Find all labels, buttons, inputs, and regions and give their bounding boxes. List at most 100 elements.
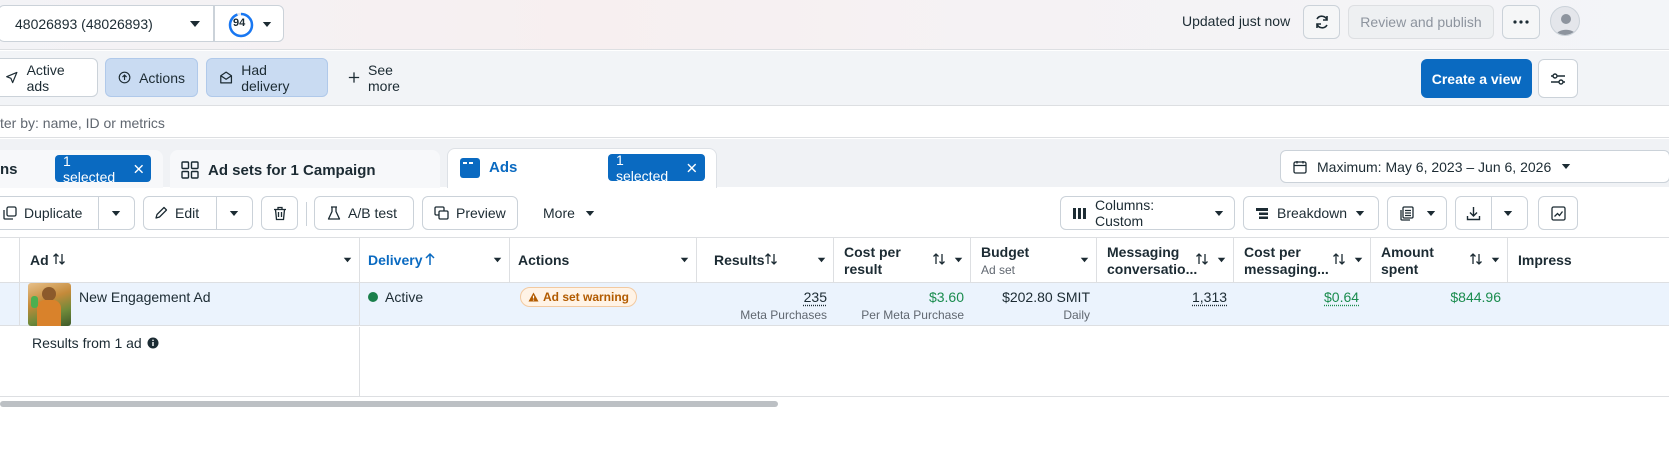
column-header-actions[interactable]: Actions [510,238,697,283]
info-icon[interactable] [147,337,159,349]
table-row[interactable]: New Engagement Ad Active Ad set warning … [0,283,1669,326]
search-filter-field[interactable]: ter by: name, ID or metrics [0,107,1669,138]
column-header-amount-spent[interactable]: Amount spent [1371,238,1508,283]
messaging-value[interactable]: 1,313 [1192,289,1227,305]
horizontal-scrollbar[interactable] [0,401,778,407]
column-header-cost-per-messaging[interactable]: Cost per messaging... [1234,238,1371,283]
sort-icon[interactable] [1332,252,1346,266]
plus-icon [348,72,360,83]
envelope-open-icon [220,71,233,84]
chevron-down-icon[interactable] [493,257,502,263]
chevron-down-icon[interactable] [343,257,352,263]
column-header-label: Results [714,252,765,268]
edit-button[interactable]: Edit [144,197,216,229]
row-checkbox-cell[interactable] [0,283,20,326]
pencil-icon [155,206,168,219]
chevron-down-icon[interactable] [817,257,826,263]
refresh-button[interactable] [1303,5,1340,39]
chart-icon [1550,205,1566,221]
opportunity-score[interactable]: 94 [214,5,284,42]
chevron-down-icon[interactable] [954,257,963,263]
user-avatar-icon [1556,14,1576,35]
column-header-impressions[interactable]: Impress [1508,238,1669,283]
campaigns-selected-pill[interactable]: 1 selected [55,153,151,185]
preview-button[interactable]: Preview [422,196,518,230]
ellipsis-icon [1513,20,1529,24]
date-range-picker[interactable]: Maximum: May 6, 2023 – Jun 6, 2026 [1280,150,1669,183]
charts-button[interactable] [1538,196,1578,230]
column-header-ad[interactable]: Ad [20,238,360,283]
filter-chip-had-delivery[interactable]: Had delivery [206,58,328,97]
filter-chip-actions[interactable]: Actions [105,58,198,97]
duplicate-dropdown[interactable] [99,197,133,229]
more-options-button[interactable] [1502,5,1540,39]
filter-chip-active-ads[interactable]: Active ads [0,58,98,97]
ad-name-cell[interactable]: New Engagement Ad [20,283,360,326]
avatar[interactable] [1550,6,1580,36]
ad-set-warning-badge[interactable]: Ad set warning [520,287,638,307]
delete-button[interactable] [261,196,298,230]
more-menu-button[interactable]: More [543,205,595,221]
level-tabs: ns 1 selected Ad sets for 1 Campaign Ads… [0,139,1669,188]
chevron-down-icon[interactable] [1354,257,1363,263]
send-icon [6,71,18,84]
amount-spent-value: $844.96 [1450,289,1501,305]
account-selector[interactable]: 48026893 (48026893) [0,5,214,42]
column-header-budget[interactable]: Budget Ad set [971,238,1097,283]
tab-ads[interactable]: Ads 1 selected [447,148,717,188]
sort-icon[interactable] [1469,252,1483,266]
tab-ad-sets[interactable]: Ad sets for 1 Campaign [170,150,440,188]
breakdown-button[interactable]: Breakdown [1243,196,1379,230]
cost-per-messaging-value[interactable]: $0.64 [1324,289,1359,305]
filter-chip-label: Actions [139,69,185,86]
export-dropdown[interactable] [1492,197,1524,229]
sort-icon[interactable] [52,252,66,266]
reports-button[interactable] [1387,196,1447,230]
sort-icon[interactable] [932,252,946,266]
budget-cell: $202.80 SMIT Daily [971,283,1097,326]
date-range-label: Maximum: May 6, 2023 – Jun 6, 2026 [1317,158,1552,175]
chevron-down-icon [1562,164,1571,169]
view-settings-button[interactable] [1538,59,1578,98]
column-header-label: Cost per messaging... [1244,244,1329,277]
tab-campaigns[interactable]: ns 1 selected [0,150,163,188]
close-icon[interactable] [687,163,697,173]
filter-chip-label: Active ads [26,61,65,94]
score-value: 94 [233,17,246,29]
results-value[interactable]: 235 [804,289,827,305]
chevron-down-icon[interactable] [1217,257,1226,263]
duplicate-button-group: Duplicate [0,196,135,230]
chevron-down-icon [585,210,595,216]
review-publish-button[interactable]: Review and publish [1348,5,1494,39]
ab-test-button[interactable]: A/B test [314,196,414,230]
sort-icon[interactable] [764,252,778,266]
close-icon[interactable] [133,164,143,174]
column-header-results[interactable]: Results [697,238,834,283]
ab-test-label: A/B test [348,205,398,221]
sort-ascending-icon[interactable] [424,252,436,266]
chevron-down-icon[interactable] [1080,257,1089,263]
cost-per-result-subtext: Per Meta Purchase [861,308,964,322]
create-view-button[interactable]: Create a view [1421,59,1532,98]
export-button[interactable] [1456,197,1491,229]
more-label: More [543,205,575,221]
ads-selected-pill[interactable]: 1 selected [608,152,705,184]
cost-per-result-value: $3.60 [928,289,964,305]
chevron-down-icon [190,21,200,27]
column-header-delivery[interactable]: Delivery [360,238,510,283]
column-header-messaging[interactable]: Messaging conversatio... [1097,238,1234,283]
sort-icon[interactable] [1195,252,1209,266]
download-icon [1466,206,1481,220]
columns-button[interactable]: Columns: Custom [1060,196,1235,230]
chevron-down-icon[interactable] [1491,257,1500,263]
column-divider [359,327,360,397]
column-header-label: Actions [518,252,570,268]
ad-name[interactable]: New Engagement Ad [79,289,211,305]
see-more-button[interactable]: See more [336,58,436,97]
edit-dropdown[interactable] [217,197,251,229]
toolbar-divider [306,202,307,226]
column-header-cost-per-result[interactable]: Cost per result [834,238,971,283]
chevron-down-icon[interactable] [680,257,689,263]
duplicate-button[interactable]: Duplicate [0,197,98,229]
checkbox-header[interactable] [0,238,20,283]
